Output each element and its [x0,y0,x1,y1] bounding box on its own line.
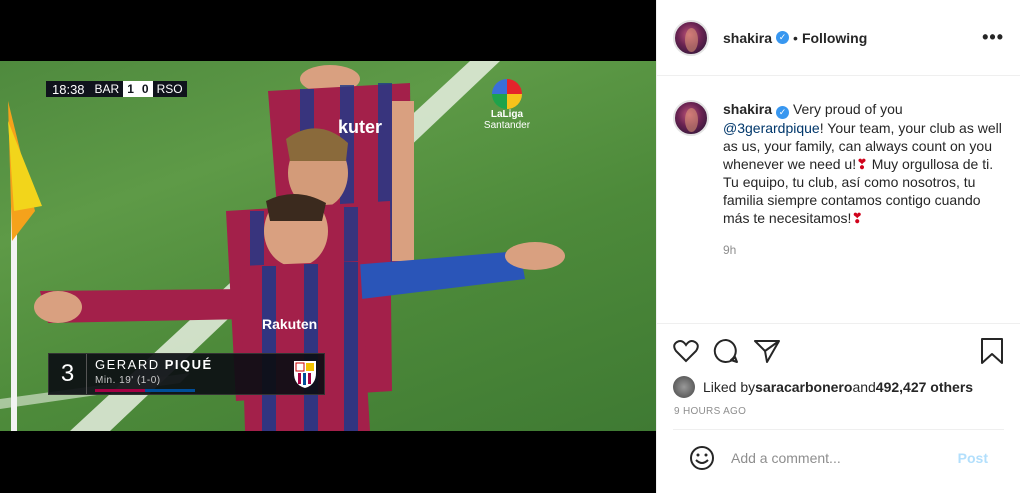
league-name: LaLiga [490,109,524,120]
team-color-bar [95,388,195,392]
player-first-name: GERARD [95,356,165,372]
liked-by-user-link[interactable]: saracarbonero [755,379,852,395]
heart-emoji-icon: ❣ [856,156,868,172]
liker-avatar[interactable] [673,376,695,398]
away-score: 0 [137,81,153,97]
username-link[interactable]: shakira [723,30,772,46]
caption-verified-badge-icon: ✓ [776,106,790,119]
away-team: RSO [156,82,183,96]
more-options-icon[interactable]: ••• [982,27,1004,48]
caption-time: 9h [723,243,737,257]
add-comment-input[interactable] [731,449,958,466]
player-lower-third: 3 GERARD PIQUÉ Min. 19' (1-0) [48,353,325,395]
league-logo: LaLiga Santander [476,79,538,131]
like-heart-icon[interactable] [673,339,699,363]
home-score: 1 [123,81,138,97]
save-bookmark-icon[interactable] [980,337,1004,365]
match-clock: 18:38 [52,81,85,97]
liked-by-mid: and [852,379,876,395]
mention-link[interactable]: @3gerardpique [723,120,820,136]
player-last-name: PIQUÉ [164,356,213,372]
caption-text-start: Very proud of you [792,101,903,117]
separator-dot: • [793,29,798,46]
comment-icon[interactable] [713,338,739,364]
svg-text:Rakuten: Rakuten [262,316,317,332]
following-button[interactable]: Following [802,30,867,46]
player-number: 3 [49,354,87,394]
avatar[interactable] [673,19,709,56]
svg-text:kuter: kuter [338,117,382,137]
player-info: GERARD PIQUÉ Min. 19' (1-0) [87,357,292,392]
caption-username[interactable]: shakira [723,101,772,117]
laliga-ball-icon [492,79,522,109]
emoji-smiley-icon[interactable] [689,445,715,471]
caption: shakira ✓ Very proud of you @3gerardpique… [723,100,1004,323]
post-timestamp[interactable]: 9 HOURS AGO [674,406,1004,417]
caption-area: shakira ✓ Very proud of you @3gerardpique… [657,76,1020,323]
likes-count-link[interactable]: 492,427 others [876,379,973,395]
share-icon[interactable] [753,338,781,364]
liked-by-prefix: Liked by [703,379,756,395]
instagram-post: Rakuten kuter 18:38 BAR 1 0 RSO LaLiga S… [0,0,1020,493]
fc-barcelona-crest-icon [294,361,316,388]
post-actions: Liked by saracarbonero and 492,427 other… [657,323,1020,493]
goal-minute: Min. 19' (1-0) [95,374,161,386]
verified-badge-icon: ✓ [776,31,790,44]
post-sidebar: shakira ✓ • Following ••• shakira ✓ Very … [656,0,1020,493]
scoreboard: 18:38 BAR 1 0 RSO [46,81,187,97]
caption-avatar[interactable] [673,100,709,136]
heart-emoji-icon: ❣ [851,210,864,226]
post-header: shakira ✓ • Following ••• [657,0,1020,76]
add-comment-bar: Post [673,429,1004,485]
action-icons [673,336,1004,366]
league-sponsor: Santander [483,120,531,131]
post-comment-button[interactable]: Post [958,450,988,466]
post-media[interactable]: Rakuten kuter 18:38 BAR 1 0 RSO LaLiga S… [0,0,656,493]
home-team: BAR [94,82,120,96]
player-name: GERARD PIQUÉ [95,357,292,372]
likes-summary: Liked by saracarbonero and 492,427 other… [673,376,1004,398]
